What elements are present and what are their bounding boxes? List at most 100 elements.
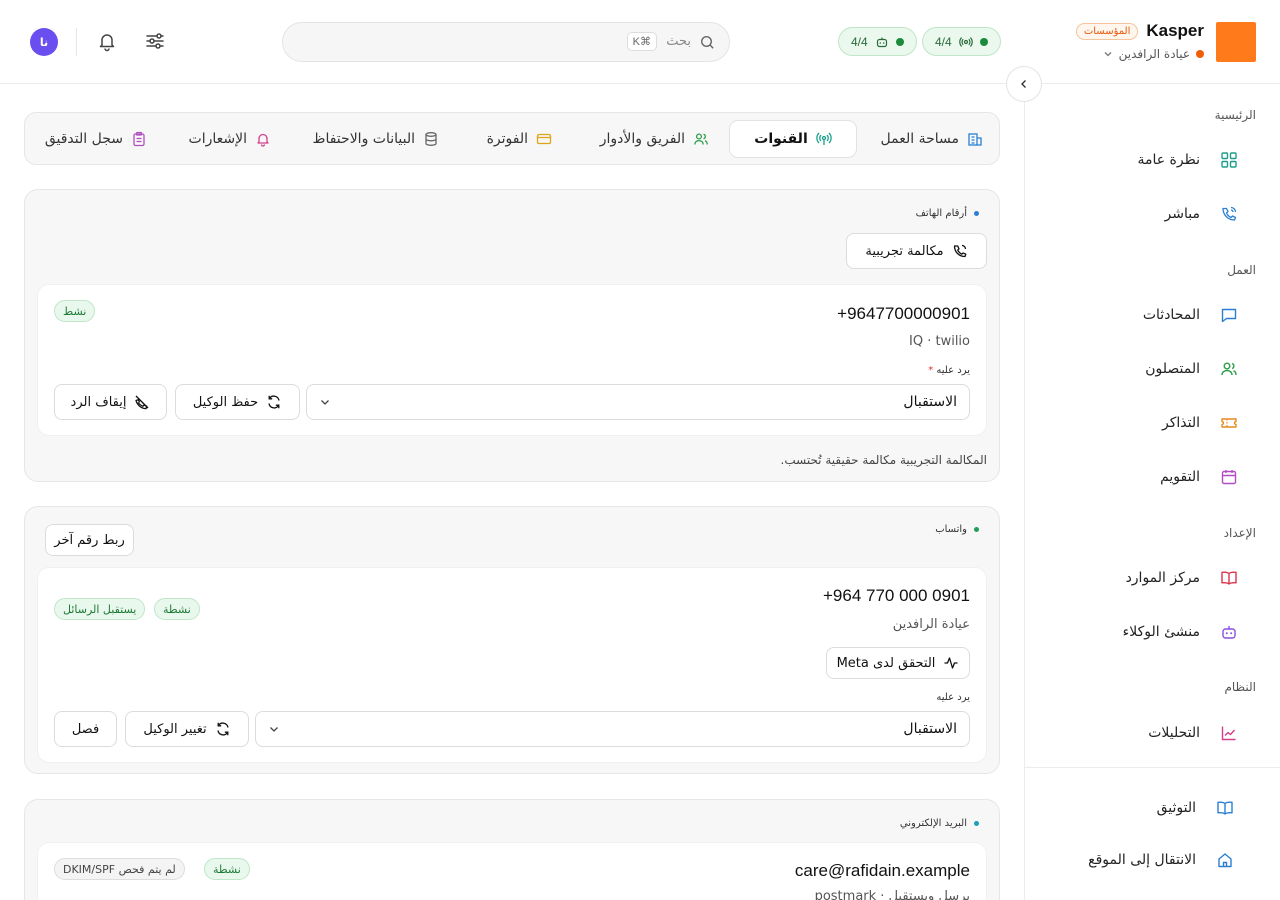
sidebar-item-label: منشئ الوكلاء (1122, 624, 1200, 640)
button-label: التحقق لدى Meta (836, 655, 936, 671)
selected-agent: الاستقبال (903, 394, 957, 410)
sidebar-item-label: المتصلون (1145, 361, 1200, 377)
refresh-icon (217, 722, 229, 736)
credit-card-icon (536, 133, 552, 145)
sidebar-item-docs[interactable]: التوثيق (1042, 788, 1256, 828)
tab-data[interactable]: البيانات والاحتفاظ (313, 120, 439, 158)
org-name: عيادة الرافدين (1118, 47, 1190, 61)
phone-call-icon (953, 244, 967, 258)
sidebar-item-label: مركز الموارد (1125, 570, 1200, 586)
sidebar-item-contacts[interactable]: المتصلون (1042, 349, 1256, 389)
agents-count: 4/4 (851, 34, 868, 49)
grid-icon (1221, 152, 1237, 168)
link-another-number-button[interactable]: ربط رقم آخر (45, 524, 134, 556)
sidebar-item-analytics[interactable]: التحليلات (1042, 713, 1256, 753)
status-badge: نشط (54, 300, 96, 322)
sidebar-item-label: المحادثات (1142, 307, 1200, 323)
agent-select[interactable]: الاستقبال (255, 711, 970, 747)
bot-icon (876, 37, 887, 47)
status-dot (979, 37, 988, 46)
button-label: فصل (71, 721, 100, 737)
section-title: أرقام الهاتف (916, 208, 979, 219)
phone-call-icon (1222, 206, 1237, 221)
sidebar-item-label: التذاكر (1161, 415, 1200, 431)
tab-team[interactable]: الفريق والأدوار (600, 120, 709, 158)
field-label: يرد عليه (936, 692, 970, 703)
database-icon (425, 132, 437, 146)
search-input[interactable]: بحث ⌘K (282, 22, 730, 62)
tab-label: البيانات والاحتفاظ (312, 131, 415, 147)
tab-workspace[interactable]: مساحة العمل (881, 120, 983, 158)
section-title-text: البريد الإلكتروني (899, 818, 967, 829)
stop-reply-button[interactable]: إيقاف الرد (54, 384, 167, 420)
email-address: care@rafidain.example (794, 861, 970, 880)
brand-name: Kasper (1146, 21, 1204, 40)
clipboard-icon (133, 131, 145, 147)
sidebar-section-setup: الإعداد (1223, 526, 1256, 540)
avatar[interactable]: نا (30, 28, 58, 56)
chart-line-icon (1221, 726, 1236, 741)
brand-logo[interactable] (1216, 22, 1256, 62)
status-badge: نشطة (154, 598, 200, 620)
sidebar-item-calendar[interactable]: التقويم (1042, 457, 1256, 497)
tab-billing[interactable]: الفوترة (487, 120, 552, 158)
sidebar-item-label: مباشر (1164, 206, 1200, 222)
section-dot (974, 527, 979, 532)
channels-status-pill[interactable]: 4/4 (922, 27, 1001, 56)
save-agent-button[interactable]: حفظ الوكيل (175, 384, 300, 420)
change-agent-button[interactable]: تغيير الوكيل (125, 711, 249, 747)
bell-icon (257, 133, 269, 147)
tab-label: الفوترة (486, 131, 528, 147)
refresh-icon (268, 395, 280, 409)
tab-label: مساحة العمل (880, 131, 959, 147)
test-call-button[interactable]: مكالمة تجريبية (846, 233, 987, 269)
whatsapp-section: واتساب ربط رقم آخر +964 770 000 0901 عيا… (24, 506, 1000, 774)
email-provider: يرسل ويستقبل · postmark (814, 889, 970, 900)
field-label-text: يرد عليه (936, 365, 970, 376)
sidebar: الرئيسية نظرة عامة مباشر العمل المحادثات… (1024, 84, 1280, 900)
sidebar-item-tickets[interactable]: التذاكر (1042, 403, 1256, 443)
disconnect-button[interactable]: فصل (54, 711, 117, 747)
sidebar-section-system: النظام (1224, 680, 1256, 694)
section-title: واتساب (935, 524, 979, 535)
users-icon (1221, 362, 1237, 376)
section-title-text: أرقام الهاتف (915, 208, 967, 219)
sidebar-item-live[interactable]: مباشر (1042, 194, 1256, 234)
org-status-dot (1196, 50, 1204, 58)
org-switcher[interactable]: عيادة الرافدين (1103, 47, 1204, 61)
sidebar-item-agent-builder[interactable]: منشئ الوكلاء (1042, 612, 1256, 652)
sidebar-item-label: التقويم (1160, 469, 1200, 485)
calendar-icon (1221, 470, 1237, 485)
top-bar: Kasper المؤسسات عيادة الرافدين 4/4 4/4 ب… (0, 0, 1280, 84)
sidebar-item-overview[interactable]: نظرة عامة (1042, 140, 1256, 180)
sidebar-item-resources[interactable]: مركز الموارد (1042, 558, 1256, 598)
book-icon (1217, 801, 1233, 815)
filter-settings-button[interactable] (144, 30, 166, 52)
field-label: يرد عليه * (928, 365, 970, 376)
chat-icon (1221, 308, 1237, 323)
collapse-sidebar-button[interactable] (1006, 66, 1042, 102)
business-name: عيادة الرافدين (892, 617, 970, 632)
button-label: إيقاف الرد (70, 394, 127, 410)
sidebar-item-go-to-site[interactable]: الانتقال إلى الموقع (1042, 840, 1256, 880)
status-badge: نشطة (204, 858, 250, 880)
verify-meta-button[interactable]: التحقق لدى Meta (826, 647, 970, 679)
sidebar-section-work: العمل (1227, 263, 1256, 277)
tab-notifications[interactable]: الإشعارات (189, 120, 271, 158)
agent-select[interactable]: الاستقبال (306, 384, 970, 420)
sidebar-item-label: التحليلات (1148, 725, 1200, 741)
search-icon (700, 35, 714, 49)
phone-number: +9647700000901 (837, 304, 970, 323)
tab-channels[interactable]: القنوات (729, 120, 857, 158)
agents-status-pill[interactable]: 4/4 (838, 27, 917, 56)
tab-audit[interactable]: سجل التدقيق (45, 120, 147, 158)
phone-numbers-section: أرقام الهاتف مكالمة تجريبية +96477000009… (24, 189, 1000, 482)
settings-tabs: مساحة العمل القنوات الفريق والأدوار الفو… (24, 112, 1000, 165)
building-icon (968, 133, 982, 146)
sidebar-item-conversations[interactable]: المحادثات (1042, 295, 1256, 335)
sliders-icon (146, 33, 164, 49)
receives-messages-badge: يستقبل الرسائل (54, 598, 146, 620)
ticket-icon (1221, 418, 1237, 428)
notifications-button[interactable] (96, 30, 118, 52)
broadcast-icon (816, 132, 832, 145)
